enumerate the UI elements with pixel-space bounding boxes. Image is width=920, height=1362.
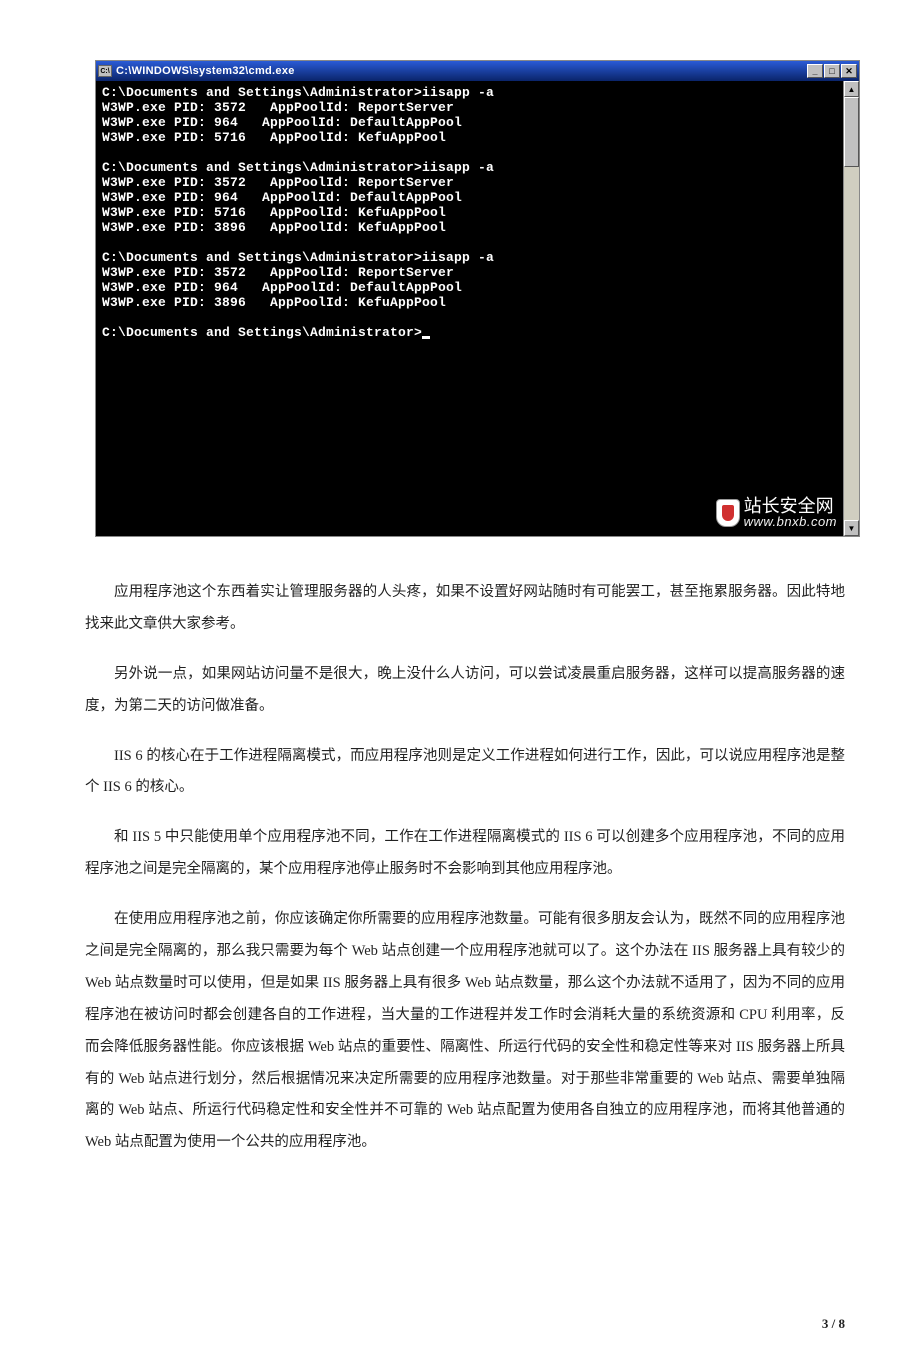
scroll-up-button[interactable]: ▲	[844, 81, 859, 97]
scrollbar[interactable]: ▲ ▼	[843, 81, 859, 536]
paragraph: 应用程序池这个东西着实让管理服务器的人头疼，如果不设置好网站随时有可能罢工，甚至…	[85, 577, 845, 641]
watermark-url: www.bnxb.com	[744, 515, 837, 528]
paragraph: 在使用应用程序池之前，你应该确定你所需要的应用程序池数量。可能有很多朋友会认为，…	[85, 904, 845, 1159]
watermark-title: 站长安全网	[744, 497, 837, 515]
cmd-icon: C:\	[98, 65, 112, 77]
cmd-window: C:\ C:\WINDOWS\system32\cmd.exe _ □ ✕ C:…	[95, 60, 860, 537]
cmd-title: C:\WINDOWS\system32\cmd.exe	[116, 65, 807, 77]
paragraph: 和 IIS 5 中只能使用单个应用程序池不同，工作在工作进程隔离模式的 IIS …	[85, 822, 845, 886]
paragraph: 另外说一点，如果网站访问量不是很大，晚上没什么人访问，可以尝试凌晨重启服务器，这…	[85, 659, 845, 723]
close-button[interactable]: ✕	[841, 64, 857, 78]
cursor-icon	[422, 336, 430, 339]
minimize-button[interactable]: _	[807, 64, 823, 78]
scroll-track[interactable]	[844, 97, 859, 520]
cmd-body: C:\Documents and Settings\Administrator>…	[96, 81, 859, 536]
scroll-thumb[interactable]	[844, 97, 859, 167]
cmd-output[interactable]: C:\Documents and Settings\Administrator>…	[96, 81, 843, 536]
article-body: 应用程序池这个东西着实让管理服务器的人头疼，如果不设置好网站随时有可能罢工，甚至…	[0, 537, 920, 1159]
watermark-text: 站长安全网 www.bnxb.com	[744, 497, 837, 528]
page-number: 3 / 8	[822, 1316, 845, 1332]
maximize-button[interactable]: □	[824, 64, 840, 78]
cmd-titlebar[interactable]: C:\ C:\WINDOWS\system32\cmd.exe _ □ ✕	[96, 61, 859, 81]
watermark: 站长安全网 www.bnxb.com	[716, 497, 837, 528]
paragraph: IIS 6 的核心在于工作进程隔离模式，而应用程序池则是定义工作进程如何进行工作…	[85, 741, 845, 805]
scroll-down-button[interactable]: ▼	[844, 520, 859, 536]
shield-icon	[716, 499, 740, 527]
window-controls: _ □ ✕	[807, 64, 857, 78]
